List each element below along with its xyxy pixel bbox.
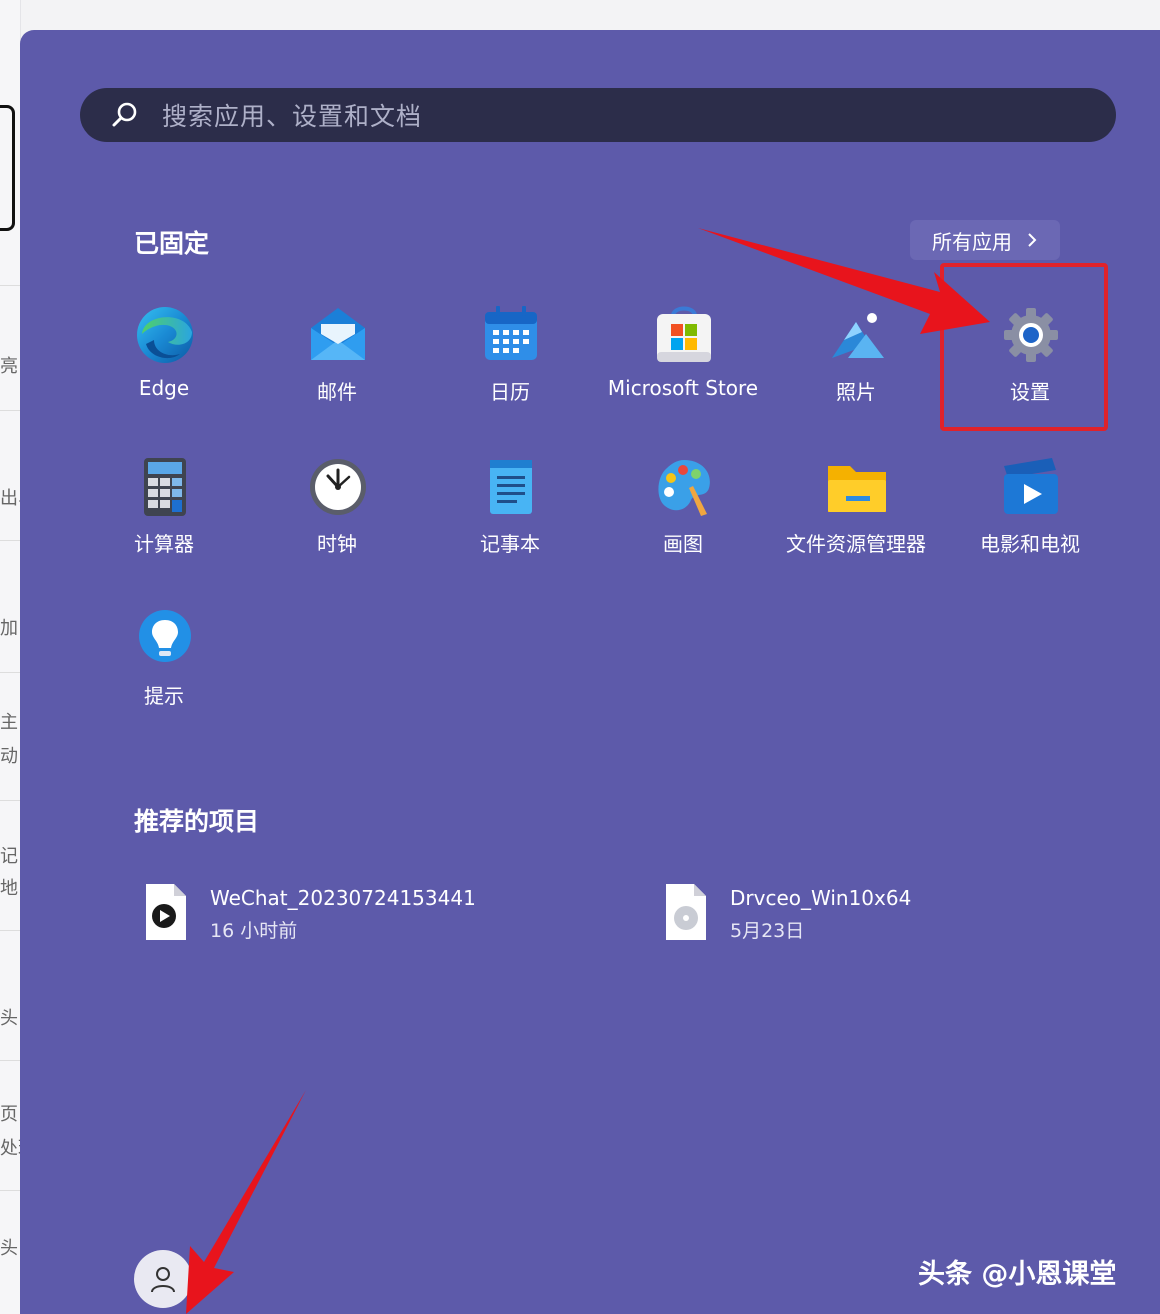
start-menu: 搜索应用、设置和文档 已固定 所有应用 Edge 邮件 日历 Microsoft… xyxy=(20,30,1160,1314)
pinned-section-title: 已固定 xyxy=(134,229,210,258)
pinned-app-tips[interactable]: 提示 xyxy=(74,608,254,748)
background-text: 出、 xyxy=(0,488,20,509)
pinned-app-calculator[interactable]: 计算器 xyxy=(74,456,254,596)
search-icon xyxy=(112,102,137,127)
settings-highlight-box xyxy=(940,263,1108,431)
pinned-app-edge[interactable]: Edge xyxy=(74,304,254,444)
pinned-app-label: 时钟 xyxy=(317,532,357,556)
recommended-item-time: 5月23日 xyxy=(730,920,805,942)
mail-icon xyxy=(311,308,365,360)
background-text: 头 xyxy=(0,1238,18,1259)
pinned-app-label: 计算器 xyxy=(134,532,194,556)
search-placeholder: 搜索应用、设置和文档 xyxy=(162,102,423,131)
background-text: 处理 xyxy=(0,1138,20,1159)
folder-icon xyxy=(828,466,886,512)
user-icon xyxy=(151,1267,175,1293)
pinned-app-label: 邮件 xyxy=(317,380,357,404)
background-text: 亮 xyxy=(0,356,18,377)
disc-image-file-icon xyxy=(666,884,706,940)
video-file-icon xyxy=(146,884,186,940)
background-text: 页 xyxy=(0,1104,18,1125)
pinned-app-label: 照片 xyxy=(836,380,876,404)
divider xyxy=(0,285,20,286)
movies-icon xyxy=(1004,458,1058,514)
recommended-item[interactable]: Drvceo_Win10x64 5月23日 xyxy=(660,882,1080,952)
pinned-app-label: 日历 xyxy=(490,380,530,404)
pinned-app-file-explorer[interactable]: 文件资源管理器 xyxy=(766,456,946,596)
recommended-item-name: WeChat_20230724153441 xyxy=(210,886,476,910)
store-icon xyxy=(657,306,711,362)
background-text: 地 xyxy=(0,878,18,899)
search-box[interactable]: 搜索应用、设置和文档 xyxy=(80,88,1116,142)
pinned-app-paint[interactable]: 画图 xyxy=(593,456,773,596)
notepad-icon xyxy=(490,460,532,514)
background-text: 加 xyxy=(0,618,18,639)
divider xyxy=(0,800,20,801)
pinned-app-notepad[interactable]: 记事本 xyxy=(420,456,600,596)
pinned-app-calendar[interactable]: 日历 xyxy=(420,304,600,444)
divider xyxy=(0,540,20,541)
pinned-app-mail[interactable]: 邮件 xyxy=(247,304,427,444)
background-text: 动 xyxy=(0,746,18,767)
paint-icon xyxy=(658,460,710,516)
pinned-app-photos[interactable]: 照片 xyxy=(766,304,946,444)
photos-icon xyxy=(832,313,884,358)
calculator-icon xyxy=(144,458,186,516)
pinned-app-clock[interactable]: 时钟 xyxy=(247,456,427,596)
clock-icon xyxy=(310,459,366,515)
recommended-item[interactable]: WeChat_20230724153441 16 小时前 xyxy=(140,882,560,952)
pinned-app-label: 画图 xyxy=(663,532,703,556)
recommended-item-name: Drvceo_Win10x64 xyxy=(730,886,912,910)
edge-icon xyxy=(137,307,193,363)
background-text: 头 xyxy=(0,1008,18,1029)
pinned-app-label: Edge xyxy=(138,376,190,400)
calendar-icon xyxy=(485,306,537,360)
divider xyxy=(0,410,20,411)
pinned-app-label: 记事本 xyxy=(480,532,540,556)
pinned-app-label: 电影和电视 xyxy=(980,532,1080,556)
divider xyxy=(0,1190,20,1191)
tips-icon xyxy=(139,610,191,662)
all-apps-label: 所有应用 xyxy=(932,229,1012,254)
background-window-edge: 亮 出、 加 主 动 记 地 头 页 处理 头 xyxy=(0,0,21,1314)
pinned-app-microsoft-store[interactable]: Microsoft Store xyxy=(593,304,773,444)
pinned-app-label: 提示 xyxy=(144,684,184,708)
recommended-section-title: 推荐的项目 xyxy=(134,807,260,836)
background-frame xyxy=(0,105,15,231)
pinned-app-label: Microsoft Store xyxy=(607,376,759,400)
all-apps-button[interactable]: 所有应用 xyxy=(910,220,1060,260)
background-text: 记 xyxy=(0,846,18,867)
background-text: 主 xyxy=(0,712,18,733)
recommended-item-time: 16 小时前 xyxy=(210,920,298,942)
divider xyxy=(0,1060,20,1061)
user-account-button[interactable] xyxy=(134,1250,192,1308)
watermark-text: 头条 @小恩课堂 xyxy=(918,1259,1117,1290)
pinned-app-label: 文件资源管理器 xyxy=(786,532,926,556)
chevron-right-icon xyxy=(1028,233,1037,247)
divider xyxy=(0,930,20,931)
pinned-app-movies-tv[interactable]: 电影和电视 xyxy=(940,456,1120,596)
divider xyxy=(0,672,20,673)
